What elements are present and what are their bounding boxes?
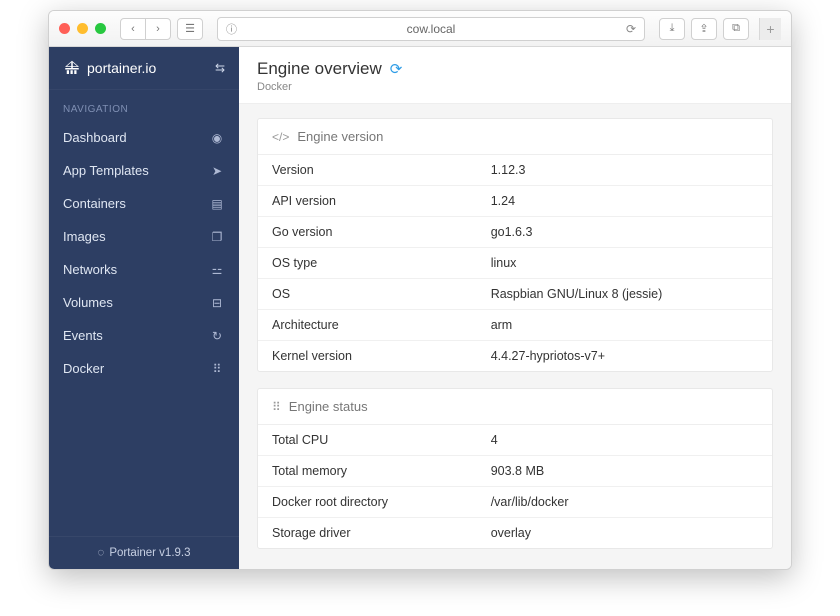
reload-icon[interactable]: ⟳ [626,22,636,36]
sidebar-item-dashboard[interactable]: Dashboard ◉ [49,121,239,154]
dashboard-icon: ◉ [209,131,225,145]
row-key: OS [272,287,491,301]
rocket-icon: ➤ [209,164,225,178]
history-icon: ↻ [209,329,225,343]
row-value: 4 [491,433,758,447]
table-row: Architecturearm [258,310,772,341]
row-key: Docker root directory [272,495,491,509]
maximize-window-button[interactable] [95,23,106,34]
page-title: Engine overview [257,59,382,79]
tabs-button[interactable]: ⧉ [723,18,749,40]
panel-engine-status: ⠿ Engine status Total CPU4Total memory90… [257,388,773,549]
panel-title: Engine status [289,399,368,414]
sidebar-item-networks[interactable]: Networks ⚍ [49,253,239,286]
row-value: 1.24 [491,194,758,208]
row-value: overlay [491,526,758,540]
brand-text: portainer.io [87,60,156,76]
url-text: cow.local [407,22,456,36]
download-button[interactable]: ⤓ [659,18,685,40]
sidebar-item-label: Dashboard [63,130,127,145]
grid-icon: ⠿ [272,400,281,414]
panel-title: Engine version [297,129,383,144]
row-value: Raspbian GNU/Linux 8 (jessie) [491,287,758,301]
table-row: Kernel version4.4.27-hypriotos-v7+ [258,341,772,371]
table-row: OSRaspbian GNU/Linux 8 (jessie) [258,279,772,310]
row-key: Storage driver [272,526,491,540]
share-button[interactable]: ⇪ [691,18,717,40]
table-row: Version1.12.3 [258,155,772,186]
row-key: API version [272,194,491,208]
url-bar[interactable]: ⓘ cow.local ⟳ [217,17,645,41]
close-window-button[interactable] [59,23,70,34]
row-key: Kernel version [272,349,491,363]
row-key: Version [272,163,491,177]
row-value: arm [491,318,758,332]
table-row: Total memory903.8 MB [258,456,772,487]
row-value: go1.6.3 [491,225,758,239]
browser-window: ‹ › ☰ ⓘ cow.local ⟳ ⤓ ⇪ ⧉ + portainer.io [48,10,792,570]
new-tab-button[interactable]: + [759,18,781,40]
sidebar-item-label: Networks [63,262,117,277]
row-value: 4.4.27-hypriotos-v7+ [491,349,758,363]
breadcrumb: Docker [257,81,773,93]
refresh-icon[interactable]: ⟳ [390,60,403,78]
sidebar-item-containers[interactable]: Containers ▤ [49,187,239,220]
forward-button[interactable]: › [145,18,171,40]
sidebar-item-events[interactable]: Events ↻ [49,319,239,352]
brand-header: portainer.io ⇆ [49,47,239,90]
back-button[interactable]: ‹ [120,18,146,40]
portainer-logo-icon [63,59,81,77]
app-root: portainer.io ⇆ NAVIGATION Dashboard ◉ App … [49,47,791,569]
sidebar-item-label: Docker [63,361,104,376]
table-row: OS typelinux [258,248,772,279]
table-row: Total CPU4 [258,425,772,456]
row-key: Go version [272,225,491,239]
sidebar-item-label: Containers [63,196,126,211]
nav-section-title: NAVIGATION [49,90,239,121]
sidebar-item-docker[interactable]: Docker ⠿ [49,352,239,385]
row-value: linux [491,256,758,270]
table-row: API version1.24 [258,186,772,217]
sidebar-item-label: App Templates [63,163,149,178]
browser-titlebar: ‹ › ☰ ⓘ cow.local ⟳ ⤓ ⇪ ⧉ + [49,11,791,47]
hdd-icon: ⊟ [209,296,225,310]
minimize-window-button[interactable] [77,23,88,34]
th-icon: ⠿ [209,362,225,376]
panel-engine-version: </> Engine version Version1.12.3API vers… [257,118,773,372]
sidebar-item-label: Images [63,229,106,244]
footer-text: Portainer v1.9.3 [109,547,190,559]
sidebar: portainer.io ⇆ NAVIGATION Dashboard ◉ App … [49,47,239,569]
sidebar-footer[interactable]: ◌ Portainer v1.9.3 [49,536,239,569]
row-value: /var/lib/docker [491,495,758,509]
sidebar-item-app-templates[interactable]: App Templates ➤ [49,154,239,187]
row-key: OS type [272,256,491,270]
sidebar-item-label: Volumes [63,295,113,310]
main-content: Engine overview ⟳ Docker </> Engine vers… [239,47,791,569]
row-key: Total memory [272,464,491,478]
row-value: 1.12.3 [491,163,758,177]
table-row: Docker root directory/var/lib/docker [258,487,772,518]
github-icon: ◌ [97,547,104,559]
sidebar-toggle-button[interactable]: ☰ [177,18,203,40]
sidebar-item-images[interactable]: Images ❐ [49,220,239,253]
row-value: 903.8 MB [491,464,758,478]
code-icon: </> [272,130,289,144]
clone-icon: ❐ [209,230,225,244]
row-key: Total CPU [272,433,491,447]
row-key: Architecture [272,318,491,332]
sidebar-item-label: Events [63,328,103,343]
page-header: Engine overview ⟳ Docker [239,47,791,104]
sitemap-icon: ⚍ [209,263,225,277]
table-row: Storage driveroverlay [258,518,772,548]
sidebar-collapse-icon[interactable]: ⇆ [215,61,225,75]
list-icon: ▤ [209,197,225,211]
table-row: Go versiongo1.6.3 [258,217,772,248]
reader-icon: ⓘ [226,21,237,37]
sidebar-item-volumes[interactable]: Volumes ⊟ [49,286,239,319]
traffic-lights [59,23,106,34]
